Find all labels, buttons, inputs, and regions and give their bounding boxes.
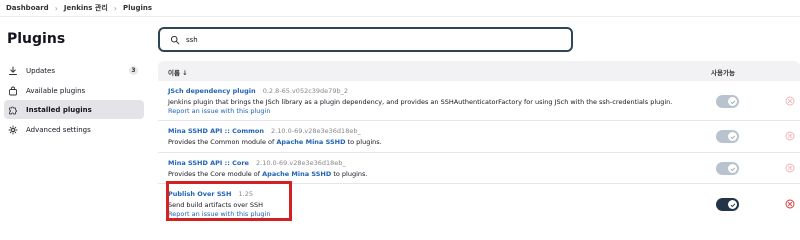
plugin-description: Provides the Core module of Apache Mina … <box>168 170 368 178</box>
sidebar-item-label: Advanced settings <box>26 125 91 134</box>
column-header-enabled: 사용가능 <box>711 69 735 77</box>
search-icon <box>170 35 180 45</box>
table-header: 이름 ↓ 사용가능 <box>158 61 800 81</box>
enable-toggle[interactable] <box>716 162 739 175</box>
enable-toggle[interactable] <box>716 198 739 211</box>
report-issue-link[interactable]: Report an issue with this plugin <box>168 107 270 115</box>
plugin-version: 2.10.0-69.v28e3e36d18eb_ <box>256 159 346 167</box>
download-icon <box>8 66 18 76</box>
plugin-version: 2.10.0-69.v28e3e36d18eb_ <box>271 127 361 135</box>
sidebar-item-label: Installed plugins <box>26 105 92 114</box>
uninstall-icon[interactable] <box>785 163 795 173</box>
puzzle-icon <box>8 105 18 115</box>
check-icon <box>728 132 737 141</box>
plugin-version: 0.2.8-65.v052c39de79b_2 <box>262 87 348 95</box>
plugin-description: Provides the Common module of Apache Min… <box>168 138 382 146</box>
updates-count-badge: 3 <box>129 66 138 75</box>
sidebar: Plugins Updates 3 Available plugins Inst… <box>0 17 150 223</box>
sidebar-item-installed-plugins[interactable]: Installed plugins <box>4 100 144 119</box>
highlight-box <box>166 181 292 221</box>
gear-icon <box>8 125 18 135</box>
plugin-name-link[interactable]: Mina SSHD API :: Common <box>168 127 264 135</box>
uninstall-icon[interactable] <box>785 96 795 106</box>
breadcrumb: Dashboard › Jenkins 관리 › Plugins <box>0 0 800 17</box>
table-row: Mina SSHD API :: Core 2.10.0-69.v28e3e36… <box>158 153 800 184</box>
column-header-name[interactable]: 이름 ↓ <box>168 67 188 77</box>
sidebar-item-label: Available plugins <box>26 86 86 95</box>
table-row: JSch dependency plugin 0.2.8-65.v052c39d… <box>158 81 800 121</box>
sidebar-item-advanced-settings[interactable]: Advanced settings <box>4 120 144 139</box>
sidebar-item-updates[interactable]: Updates 3 <box>4 61 144 80</box>
breadcrumb-plugins[interactable]: Plugins <box>123 4 152 12</box>
check-icon <box>728 97 737 106</box>
chevron-right-icon: › <box>113 3 117 13</box>
enable-toggle[interactable] <box>716 95 739 108</box>
enable-toggle[interactable] <box>716 130 739 143</box>
plugin-name-link[interactable]: Mina SSHD API :: Core <box>168 159 249 167</box>
uninstall-icon[interactable] <box>785 199 795 209</box>
breadcrumb-dashboard[interactable]: Dashboard <box>6 4 49 12</box>
page-title: Plugins <box>7 31 66 47</box>
apache-mina-sshd-link[interactable]: Apache Mina SSHD <box>262 170 331 178</box>
search-box[interactable] <box>158 27 573 52</box>
chevron-right-icon: › <box>54 3 58 13</box>
check-icon <box>728 200 737 209</box>
breadcrumb-manage-jenkins[interactable]: Jenkins 관리 <box>64 3 108 13</box>
plugin-name-link[interactable]: JSch dependency plugin <box>168 87 256 95</box>
sidebar-item-available-plugins[interactable]: Available plugins <box>4 81 144 100</box>
table-row: Mina SSHD API :: Common 2.10.0-69.v28e3e… <box>158 121 800 153</box>
sidebar-item-label: Updates <box>26 66 55 75</box>
plugin-description: Jenkins plugin that brings the JSch libr… <box>168 98 673 106</box>
uninstall-icon[interactable] <box>785 131 795 141</box>
search-input[interactable] <box>186 35 566 44</box>
check-icon <box>728 164 737 173</box>
apache-mina-sshd-link[interactable]: Apache Mina SSHD <box>276 138 345 146</box>
shopping-bag-icon <box>8 86 18 96</box>
